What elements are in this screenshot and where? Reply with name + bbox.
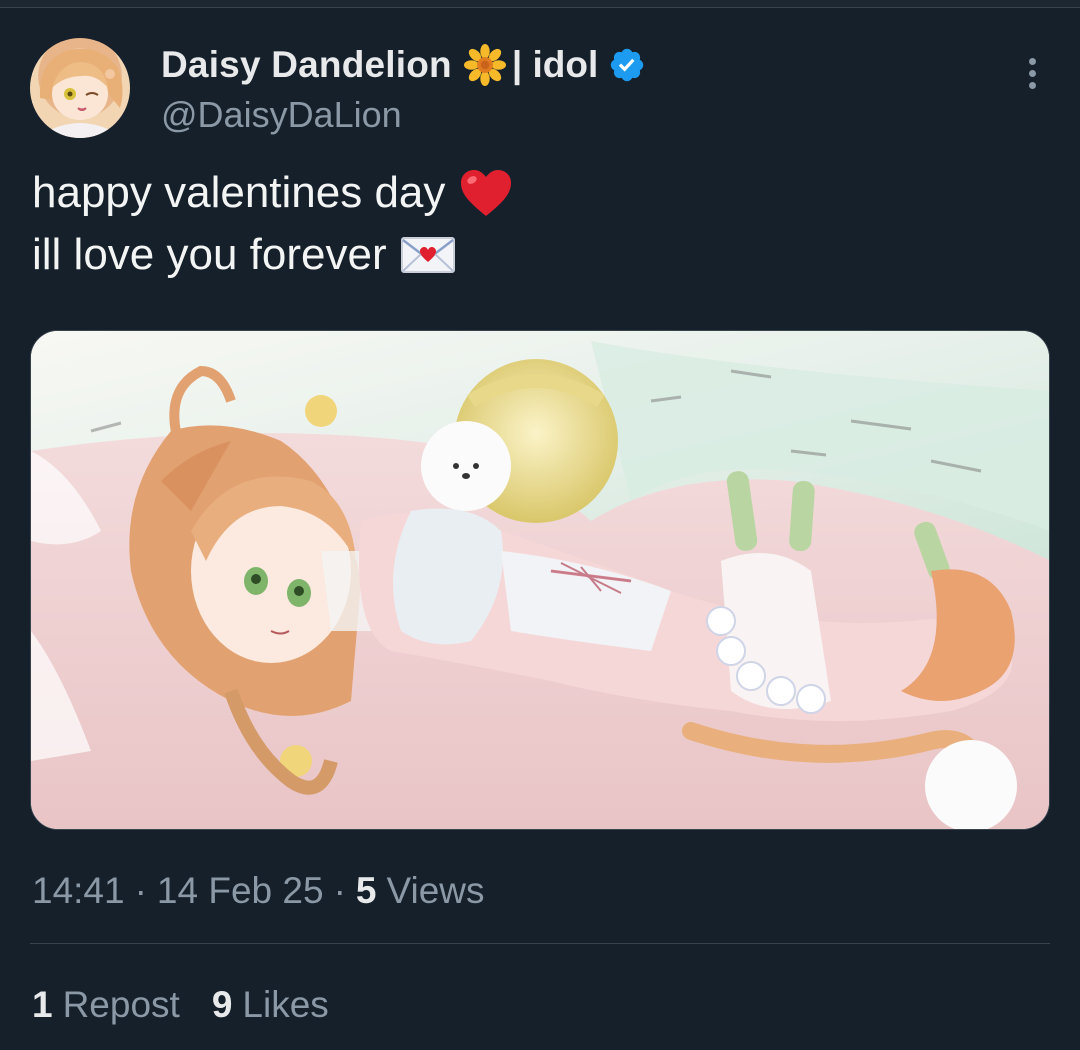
stats-divider — [30, 943, 1050, 944]
name-suffix: | idol — [511, 44, 599, 85]
tweet-time[interactable]: 14:41 — [32, 870, 125, 912]
author-names: Daisy Dandelion | idol @DaisyDaLion — [161, 42, 646, 136]
heart-icon — [461, 170, 512, 216]
meta-separator: · — [134, 870, 147, 911]
tweet-line-1: happy valentines day — [32, 162, 1042, 224]
likes-label: Likes — [242, 984, 329, 1025]
love-letter-icon — [400, 237, 455, 273]
tweet-line-text: happy valentines day — [32, 168, 446, 217]
more-dot — [1028, 58, 1036, 65]
sunflower-icon — [463, 44, 506, 86]
illustration-anime-girl — [31, 331, 1049, 829]
tweet-line-2: ill love you forever — [32, 224, 1042, 286]
more-dot — [1028, 82, 1036, 89]
reposts-count: 1 — [32, 984, 53, 1025]
tweet-stats: 1 Repost 9 Likes — [32, 980, 361, 1030]
tweet-date[interactable]: 14 Feb 25 — [157, 870, 324, 912]
meta-separator: · — [333, 870, 346, 911]
tweet-text: happy valentines day ill love you foreve… — [32, 162, 1042, 286]
tweet-line-text: ill love you forever — [32, 230, 387, 279]
display-name[interactable]: Daisy Dandelion — [161, 44, 452, 86]
likes-count: 9 — [211, 984, 233, 1025]
more-dot — [1028, 70, 1036, 77]
views-label[interactable]: Views — [386, 870, 484, 912]
reposts-label: Repost — [62, 984, 180, 1025]
tweet-media-image[interactable] — [30, 330, 1050, 830]
verified-badge-icon[interactable] — [608, 46, 646, 84]
views-count[interactable]: 5 — [356, 870, 377, 912]
tweet-meta: 14:41 · 14 Feb 25 · 5 Views — [32, 866, 485, 916]
display-name-row[interactable]: Daisy Dandelion | idol — [161, 42, 646, 88]
avatar[interactable] — [30, 38, 130, 138]
likes-stat[interactable]: 9 Likes — [212, 984, 329, 1026]
tweet-detail-page: Daisy Dandelion | idol @DaisyDaLion happ… — [0, 0, 1080, 1050]
reposts-stat[interactable]: 1 Repost — [32, 984, 180, 1026]
tweet-header: Daisy Dandelion | idol @DaisyDaLion — [30, 38, 1050, 138]
author-handle[interactable]: @DaisyDaLion — [161, 94, 646, 136]
more-options-icon[interactable] — [1020, 58, 1044, 98]
top-divider — [0, 0, 1080, 8]
avatar-illustration — [39, 48, 123, 138]
